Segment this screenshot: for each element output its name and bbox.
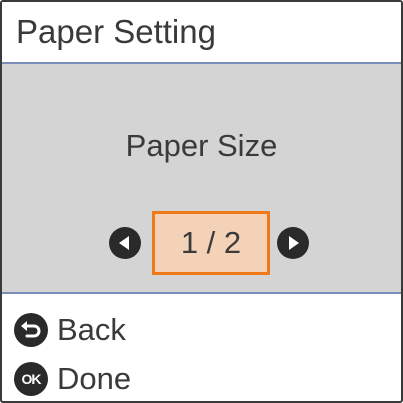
page-navigator: 1 / 2 <box>2 211 401 275</box>
done-button[interactable]: OK Done <box>14 359 131 399</box>
setting-label: Paper Size <box>125 128 278 163</box>
printer-lcd-screen: Paper Setting Paper Size 1 / 2 Back OK D… <box>0 0 403 403</box>
page-title: Paper Setting <box>16 13 216 50</box>
footer-divider <box>2 292 401 294</box>
ok-icon-text: OK <box>21 371 42 387</box>
ok-icon: OK <box>14 362 48 396</box>
setting-panel: Paper Size 1 / 2 <box>2 64 401 292</box>
right-arrow-icon[interactable] <box>277 227 309 259</box>
back-button[interactable]: Back <box>14 310 126 350</box>
left-arrow-icon[interactable] <box>109 227 141 259</box>
back-icon <box>14 313 48 347</box>
done-label: Done <box>57 361 132 396</box>
header: Paper Setting <box>2 2 401 62</box>
page-indicator[interactable]: 1 / 2 <box>152 211 270 275</box>
screen-frame: Paper Setting Paper Size 1 / 2 Back OK D… <box>0 0 403 403</box>
back-label: Back <box>57 312 126 347</box>
page-number-text: 1 / 2 <box>180 225 242 260</box>
